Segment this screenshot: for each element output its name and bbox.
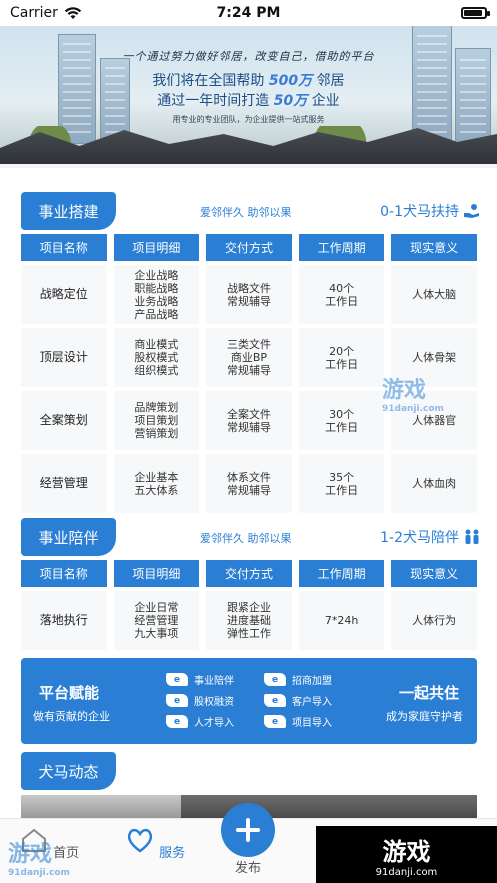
cell-name: 全案策划 <box>21 391 107 450</box>
feature-icon: e <box>264 673 286 686</box>
cell-name: 战略定位 <box>21 265 107 324</box>
publish-button[interactable] <box>221 803 275 857</box>
cell-detail: 企业战略 职能战略 业务战略 产品战略 <box>113 265 200 324</box>
header-project-detail: 项目明细 <box>113 560 200 587</box>
platform-subtitle: 做有贡献的企业 <box>33 710 110 723</box>
cell-delivery: 体系文件 常规辅导 <box>206 454 292 513</box>
heart-icon <box>127 828 152 853</box>
feature-icon: e <box>166 673 188 686</box>
platform-item-customers[interactable]: e 客户导入 <box>264 693 356 708</box>
battery-icon <box>461 7 490 19</box>
tab-service[interactable]: 服务 <box>120 825 190 861</box>
cell-detail: 品牌策划 项目策划 营销策划 <box>113 391 200 450</box>
banner-slogan: 一个通过努力做好邻居，改变自己，借助的平台 <box>122 50 375 63</box>
header-period: 工作周期 <box>298 560 385 587</box>
header-delivery: 交付方式 <box>206 560 292 587</box>
section-right-label: 0-1犬马扶持 <box>380 201 481 221</box>
section-right-label: 1-2犬马陪伴 <box>380 527 481 547</box>
platform-item-talent[interactable]: e 人才导入 <box>166 714 258 729</box>
cell-period: 7*24h <box>298 591 385 650</box>
cell-detail: 企业日常 经营管理 九大事项 <box>113 591 200 650</box>
app-screen: Carrier 7:24 PM 一个通过努力做好邻居，改变自己，借助的平台 我们… <box>0 0 497 883</box>
cell-name: 顶层设计 <box>21 328 107 387</box>
section-tag-business-build: 事业搭建 <box>21 192 116 230</box>
cell-meaning: 人体骨架 <box>391 328 477 387</box>
table-row[interactable]: 顶层设计 商业模式 股权模式 组织模式 三类文件 商业BP 常规辅导 20个 工作日 人体… <box>21 328 477 387</box>
cell-period: 30个 工作日 <box>298 391 385 450</box>
table-row[interactable]: 落地执行 企业日常 经营管理 九大事项 跟紧企业 进度基础 弹性工作 7*24h 人体行… <box>21 591 477 650</box>
platform-right-subtitle: 成为家庭守护者 <box>386 710 463 723</box>
platform-item-equity[interactable]: e 股权融资 <box>166 693 258 708</box>
header-meaning: 现实意义 <box>391 234 477 261</box>
platform-empower-panel[interactable]: 平台赋能 做有贡献的企业 e 事业陪伴 e 招商加盟 e 股权融资 e 客户导入 e 人才… <box>21 658 477 744</box>
section-subtitle: 爱邻伴久 助邻以果 <box>200 532 292 545</box>
cell-delivery: 三类文件 商业BP 常规辅导 <box>206 328 292 387</box>
carrier-label: Carrier <box>10 5 58 21</box>
header-project-name: 项目名称 <box>21 560 107 587</box>
header-project-name: 项目名称 <box>21 234 107 261</box>
tab-bar: 首页 服务 发布 消息 我的 <box>0 803 497 883</box>
wifi-icon <box>64 6 82 19</box>
cell-delivery: 跟紧企业 进度基础 弹性工作 <box>206 591 292 650</box>
cell-period: 40个 工作日 <box>298 265 385 324</box>
cell-delivery: 战略文件 常规辅导 <box>206 265 292 324</box>
tab-home[interactable]: 首页 <box>14 825 84 861</box>
header-delivery: 交付方式 <box>206 234 292 261</box>
cell-meaning: 人体行为 <box>391 591 477 650</box>
feature-icon: e <box>264 715 286 728</box>
home-icon <box>21 828 46 852</box>
section-subtitle: 爱邻伴久 助邻以果 <box>200 206 292 219</box>
content-card: 事业搭建 爱邻伴久 助邻以果 0-1犬马扶持 项目名称 项目明细 交付方式 工作… <box>0 168 497 825</box>
table-row[interactable]: 全案策划 品牌策划 项目策划 营销策划 全案文件 常规辅导 30个 工作日 人体器官 <box>21 391 477 450</box>
table-row[interactable]: 经营管理 企业基本 五大体系 体系文件 常规辅导 35个 工作日 人体血肉 <box>21 454 477 513</box>
cell-meaning: 人体大脑 <box>391 265 477 324</box>
platform-item-franchise[interactable]: e 招商加盟 <box>264 672 356 687</box>
promo-banner[interactable]: 一个通过努力做好邻居，改变自己，借助的平台 我们将在全国帮助 500万 邻居 通… <box>0 26 497 164</box>
cell-detail: 企业基本 五大体系 <box>113 454 200 513</box>
platform-item-projects[interactable]: e 项目导入 <box>264 714 356 729</box>
platform-title: 平台赋能 <box>39 684 100 702</box>
section-tag-news: 犬马动态 <box>21 752 116 790</box>
banner-line-1: 我们将在全国帮助 500万 邻居 <box>152 73 345 89</box>
header-period: 工作周期 <box>298 234 385 261</box>
header-meaning: 现实意义 <box>391 560 477 587</box>
cell-name: 落地执行 <box>21 591 107 650</box>
table-header: 项目名称 项目明细 交付方式 工作周期 现实意义 <box>21 560 477 587</box>
people-icon <box>465 529 479 544</box>
cell-delivery: 全案文件 常规辅导 <box>206 391 292 450</box>
status-bar: Carrier 7:24 PM <box>0 0 497 26</box>
table-header: 项目名称 项目明细 交付方式 工作周期 现实意义 <box>21 234 477 261</box>
section-tag-business-companion: 事业陪伴 <box>21 518 116 556</box>
header-project-detail: 项目明细 <box>113 234 200 261</box>
tab-message[interactable]: 消息 <box>306 825 376 861</box>
platform-items: e 事业陪伴 e 招商加盟 e 股权融资 e 客户导入 e 人才导入 e 项目导入 <box>166 672 356 729</box>
plus-icon <box>236 818 260 842</box>
hand-support-icon <box>464 204 479 218</box>
table-row[interactable]: 战略定位 企业战略 职能战略 业务战略 产品战略 战略文件 常规辅导 40个 工作日 人体… <box>21 265 477 324</box>
banner-line-2: 通过一年时间打造 50万 企业 <box>157 93 340 109</box>
feature-icon: e <box>166 715 188 728</box>
cell-period: 20个 工作日 <box>298 328 385 387</box>
feature-icon: e <box>264 694 286 707</box>
banner-small-text: 用专业的专业团队，为企业提供一站式服务 <box>172 115 325 124</box>
platform-right-title: 一起共住 <box>398 684 459 702</box>
message-icon <box>315 829 336 849</box>
cell-name: 经营管理 <box>21 454 107 513</box>
feature-icon: e <box>166 694 188 707</box>
tab-mine[interactable]: 我的 <box>410 825 480 861</box>
tab-publish-label[interactable]: 发布 <box>213 857 283 876</box>
cell-period: 35个 工作日 <box>298 454 385 513</box>
cell-detail: 商业模式 股权模式 组织模式 <box>113 328 200 387</box>
cell-meaning: 人体血肉 <box>391 454 477 513</box>
user-icon <box>418 830 441 852</box>
cell-meaning: 人体器官 <box>391 391 477 450</box>
platform-item-companion[interactable]: e 事业陪伴 <box>166 672 258 687</box>
